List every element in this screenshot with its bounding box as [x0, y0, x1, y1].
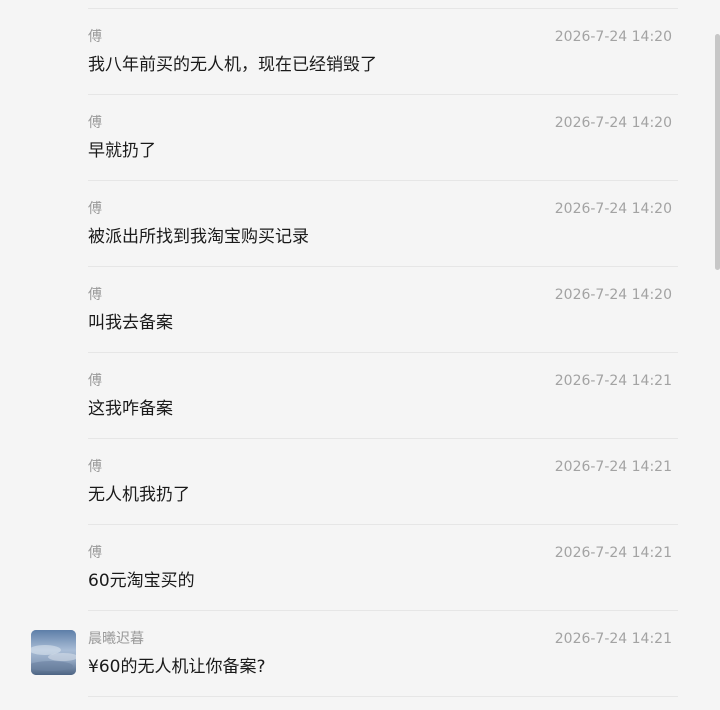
message-item[interactable]: 晨曦迟暮 2026-7-24 14:21 ¥60的无人机让你备案? [0, 611, 720, 697]
message-timestamp: 2026-7-24 14:20 [554, 287, 672, 303]
message-item[interactable]: 傅 2026-7-24 14:20 早就扔了 [0, 95, 720, 181]
sender-name: 傅 [88, 459, 102, 475]
message-text[interactable]: 这我咋备案 [88, 399, 173, 419]
message-timestamp: 2026-7-24 14:21 [554, 373, 672, 389]
message-item[interactable]: 傅 2026-7-24 14:21 这我咋备案 [0, 353, 720, 439]
message-item[interactable]: 傅 2026-7-24 14:21 无人机我扔了 [0, 439, 720, 525]
sender-name: 傅 [88, 373, 102, 389]
message-item[interactable]: 傅 2026-7-24 14:20 叫我去备案 [0, 267, 720, 353]
message-text[interactable]: 早就扔了 [88, 141, 156, 161]
sender-name: 傅 [88, 545, 102, 561]
chat-history-window: 傅 2026-7-24 14:20 我八年前买的无人机，现在已经销毁了 傅 20… [0, 0, 720, 710]
message-timestamp: 2026-7-24 14:20 [554, 201, 672, 217]
message-timestamp: 2026-7-24 14:21 [554, 545, 672, 561]
message-text[interactable]: 我八年前买的无人机，现在已经销毁了 [88, 55, 377, 75]
scrollbar-thumb[interactable] [715, 34, 720, 270]
sender-name: 傅 [88, 115, 102, 131]
message-timestamp: 2026-7-24 14:21 [554, 459, 672, 475]
message-list[interactable]: 傅 2026-7-24 14:20 我八年前买的无人机，现在已经销毁了 傅 20… [0, 9, 720, 697]
message-text[interactable]: 无人机我扔了 [88, 485, 190, 505]
message-timestamp: 2026-7-24 14:21 [554, 631, 672, 647]
message-timestamp: 2026-7-24 14:20 [554, 29, 672, 45]
message-item[interactable]: 傅 2026-7-24 14:20 我八年前买的无人机，现在已经销毁了 [0, 9, 720, 95]
sender-name: 晨曦迟暮 [88, 631, 144, 647]
sky-avatar-image [31, 630, 76, 675]
message-text[interactable]: ¥60的无人机让你备案? [88, 657, 265, 677]
sender-name: 傅 [88, 287, 102, 303]
message-item[interactable]: 傅 2026-7-24 14:21 60元淘宝买的 [0, 525, 720, 611]
message-timestamp: 2026-7-24 14:20 [554, 115, 672, 131]
avatar[interactable] [31, 630, 76, 675]
message-text[interactable]: 叫我去备案 [88, 313, 173, 333]
message-item[interactable]: 傅 2026-7-24 14:20 被派出所找到我淘宝购买记录 [0, 181, 720, 267]
message-text[interactable]: 60元淘宝买的 [88, 571, 195, 591]
message-text[interactable]: 被派出所找到我淘宝购买记录 [88, 227, 309, 247]
sender-name: 傅 [88, 29, 102, 45]
sender-name: 傅 [88, 201, 102, 217]
